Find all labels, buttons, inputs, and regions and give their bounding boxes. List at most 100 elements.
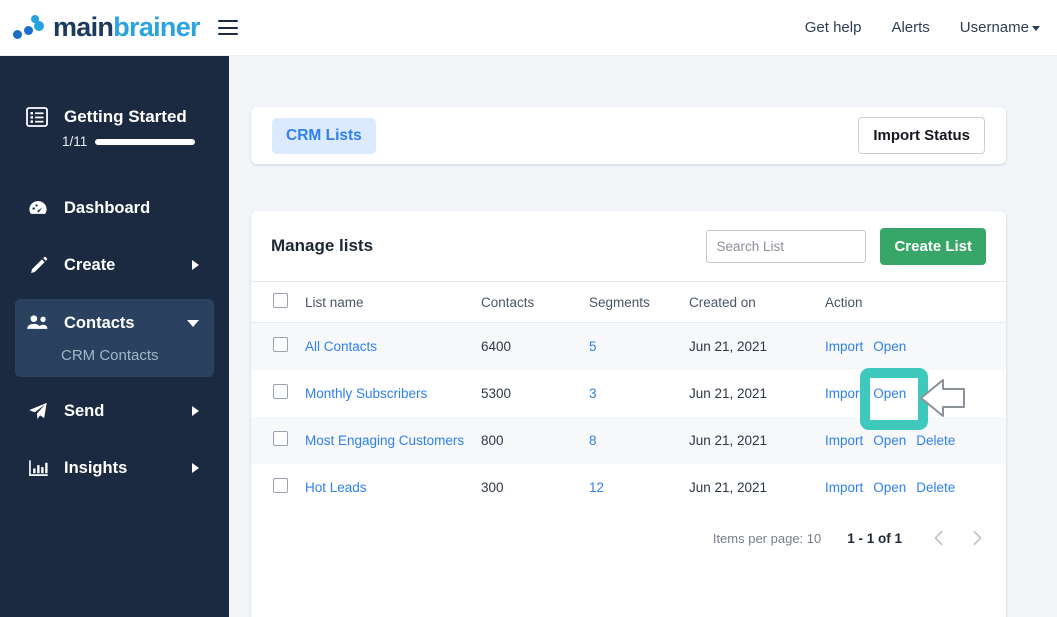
- manage-lists-header: Manage lists Create List: [251, 211, 1006, 281]
- nav-username-menu[interactable]: Username: [960, 19, 1040, 36]
- sidebar-item-create[interactable]: Create: [0, 242, 229, 288]
- pagination-bar: Items per page: 10 1 - 1 of 1: [251, 511, 1006, 566]
- segments-link[interactable]: 3: [589, 386, 597, 401]
- sidebar-label-insights: Insights: [64, 458, 128, 477]
- crm-toolbar-card: CRM Lists Import Status: [251, 107, 1006, 164]
- top-nav: Get help Alerts Username: [805, 19, 1057, 36]
- getting-started-progress-bar: [95, 138, 196, 145]
- action-links: Import Open Delete: [825, 480, 1006, 495]
- brand-logo[interactable]: mainbrainer: [0, 12, 201, 43]
- action-open-link[interactable]: Open: [873, 433, 906, 448]
- lists-table: List name Contacts Segments Created on A…: [251, 281, 1006, 511]
- cell-created-on: Jun 21, 2021: [689, 416, 825, 464]
- action-links: Import Open Delete: [825, 433, 1006, 448]
- nav-alerts[interactable]: Alerts: [891, 19, 929, 36]
- sidebar: Getting Started 1/11 Dashboard Create Co…: [0, 56, 229, 617]
- tab-crm-lists[interactable]: CRM Lists: [272, 117, 376, 154]
- bar-chart-icon: [26, 457, 50, 479]
- cell-list-name: Hot Leads: [305, 464, 481, 511]
- action-import-link[interactable]: Import: [825, 339, 863, 354]
- segments-link[interactable]: 12: [589, 480, 604, 495]
- cell-created-on: Jun 21, 2021: [689, 322, 825, 370]
- row-select-cell: [251, 464, 305, 511]
- list-name-link[interactable]: Most Engaging Customers: [305, 433, 464, 448]
- import-status-button[interactable]: Import Status: [858, 117, 985, 154]
- action-delete-link[interactable]: Delete: [916, 433, 955, 448]
- action-open-link[interactable]: Open: [873, 480, 906, 495]
- cell-list-name: Most Engaging Customers: [305, 416, 481, 464]
- cell-created-on: Jun 21, 2021: [689, 479, 768, 495]
- gauge-icon: [26, 197, 50, 219]
- column-header-list-name: List name: [305, 281, 481, 323]
- table-row: Monthly Subscribers 5300 3 Jun 21, 2021 Impo…: [251, 370, 1006, 417]
- search-input[interactable]: [706, 229, 867, 263]
- sidebar-item-contacts[interactable]: Contacts: [15, 301, 214, 345]
- paper-plane-icon: [26, 400, 50, 422]
- row-select-cell: [251, 370, 305, 417]
- cell-contacts-count: 800: [481, 416, 589, 464]
- action-import-link[interactable]: Import: [825, 480, 863, 495]
- cell-contacts-count: 300: [481, 479, 504, 495]
- cell-actions: Import Open Delete: [825, 416, 1006, 464]
- getting-started-count: 1/11: [62, 134, 88, 149]
- chevron-right-icon: [192, 260, 199, 270]
- page-range-label: 1 - 1 of 1: [847, 530, 902, 546]
- items-per-page-label[interactable]: Items per page: 10: [713, 531, 821, 546]
- cell-segments: 5: [589, 322, 689, 370]
- list-name-link[interactable]: All Contacts: [305, 339, 377, 354]
- action-open-link[interactable]: Open: [873, 339, 906, 354]
- chevron-down-icon: [1032, 25, 1040, 31]
- cell-actions: Import Open: [825, 370, 1006, 417]
- cell-list-name: Monthly Subscribers: [305, 370, 481, 417]
- list-box-icon: [26, 106, 48, 128]
- row-checkbox[interactable]: [273, 431, 288, 446]
- logo-text-brainer: brainer: [113, 12, 200, 42]
- create-list-button[interactable]: Create List: [880, 227, 986, 265]
- lists-table-head: List name Contacts Segments Created on A…: [251, 281, 1006, 323]
- action-links: Import Open: [825, 386, 1006, 401]
- getting-started-block[interactable]: Getting Started 1/11: [0, 62, 229, 149]
- list-name-link[interactable]: Hot Leads: [305, 480, 367, 495]
- logo-wordmark: mainbrainer: [53, 12, 201, 43]
- sidebar-label-dashboard: Dashboard: [64, 198, 151, 217]
- column-header-contacts: Contacts: [481, 281, 589, 323]
- segments-link[interactable]: 5: [589, 339, 597, 354]
- table-header-row: List name Contacts Segments Created on A…: [251, 281, 1006, 323]
- select-all-checkbox[interactable]: [273, 293, 288, 308]
- row-checkbox[interactable]: [273, 478, 288, 493]
- cell-contacts-count: 5300: [481, 385, 512, 401]
- row-checkbox[interactable]: [273, 384, 288, 399]
- sidebar-label-create: Create: [64, 255, 116, 274]
- pencil-icon: [26, 254, 50, 276]
- main-content: CRM Lists Import Status Manage lists Cre…: [229, 56, 1057, 617]
- row-checkbox[interactable]: [273, 337, 288, 353]
- sidebar-item-insights[interactable]: Insights: [0, 445, 229, 491]
- cell-segments: 3: [589, 370, 689, 417]
- people-icon: [26, 312, 50, 334]
- cell-list-name: All Contacts: [305, 322, 481, 370]
- list-name-link[interactable]: Monthly Subscribers: [305, 386, 427, 401]
- sidebar-label-contacts: Contacts: [64, 313, 135, 332]
- action-open-link[interactable]: Open: [873, 386, 906, 401]
- row-select-cell: [251, 416, 305, 464]
- chevron-left-icon[interactable]: [928, 527, 950, 549]
- sidebar-item-dashboard[interactable]: Dashboard: [0, 185, 229, 231]
- sidebar-item-crm-contacts[interactable]: CRM Contacts: [15, 345, 214, 367]
- app-root: mainbrainer Get help Alerts Username Get…: [0, 0, 1057, 617]
- column-header-action: Action: [825, 281, 1006, 323]
- chevron-right-icon[interactable]: [966, 527, 988, 549]
- action-import-link[interactable]: Import: [825, 386, 863, 401]
- action-import-link[interactable]: Import: [825, 433, 863, 448]
- hamburger-icon[interactable]: [217, 20, 238, 35]
- column-header-segments: Segments: [589, 281, 689, 323]
- logo-text-main: main: [53, 12, 114, 42]
- segments-link[interactable]: 8: [589, 433, 597, 448]
- row-select-cell: [251, 322, 305, 370]
- nav-get-help[interactable]: Get help: [805, 19, 862, 36]
- table-row: All Contacts 6400 5 Jun 21, 2021 Import Open: [251, 322, 1006, 370]
- sidebar-item-send[interactable]: Send: [0, 388, 229, 434]
- table-row: Hot Leads 300 12 Jun 21, 2021 Import Open Dele…: [251, 464, 1006, 511]
- sidebar-nav: Dashboard Create Contacts CRM Contacts S…: [0, 185, 229, 491]
- action-delete-link[interactable]: Delete: [916, 480, 955, 495]
- chevron-right-icon: [192, 463, 199, 473]
